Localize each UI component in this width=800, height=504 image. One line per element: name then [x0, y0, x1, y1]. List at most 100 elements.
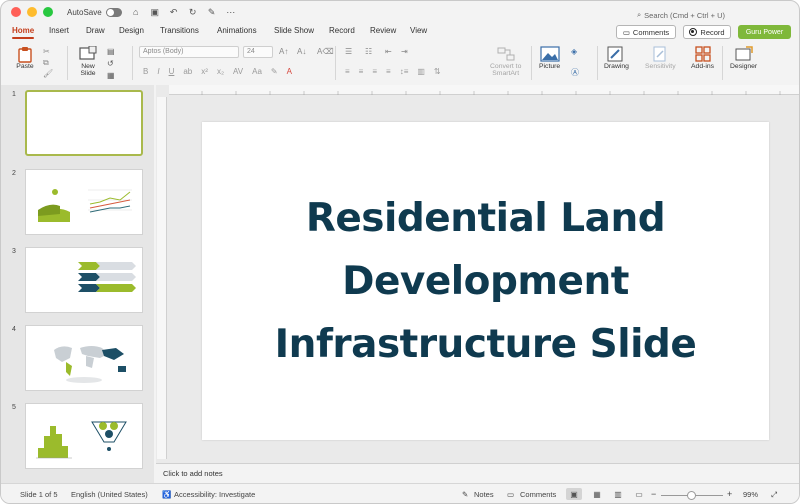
tab-review[interactable]: Review	[370, 26, 396, 35]
comments-toggle[interactable]: Comments	[520, 490, 556, 499]
bold-icon[interactable]: B	[143, 67, 148, 76]
accessibility-status[interactable]: Accessibility: Investigate	[174, 490, 255, 499]
decrease-font-icon[interactable]: A↓	[297, 47, 306, 56]
current-slide[interactable]: Residential Land Development Infrastruct…	[202, 122, 769, 440]
tab-transitions[interactable]: Transitions	[160, 26, 199, 35]
save-icon[interactable]: ▣	[150, 7, 160, 18]
highlight-icon[interactable]: ✎	[271, 67, 278, 76]
tab-home[interactable]: Home	[12, 26, 35, 39]
drawing-button[interactable]: Drawing	[604, 45, 629, 70]
designer-button[interactable]: Designer	[730, 45, 757, 70]
font-size-select[interactable]: 24	[243, 46, 273, 58]
tab-animations[interactable]: Animations	[217, 26, 257, 35]
copy-icon[interactable]: ⧉	[43, 58, 49, 68]
tab-record[interactable]: Record	[329, 26, 355, 35]
autosave-toggle[interactable]	[105, 7, 122, 17]
notes-pane[interactable]: Click to add notes	[156, 463, 799, 483]
tab-insert[interactable]: Insert	[49, 26, 69, 35]
zoom-window-button[interactable]	[43, 7, 53, 17]
tab-design[interactable]: Design	[119, 26, 144, 35]
sensitivity-button[interactable]: Sensitivity	[645, 45, 676, 70]
paste-button[interactable]: Paste	[15, 45, 35, 70]
strikethrough-icon[interactable]: ab	[183, 67, 192, 76]
guru-power-button[interactable]: Guru Power	[738, 25, 791, 39]
character-spacing-icon[interactable]: AV	[233, 67, 243, 76]
add-ins-button[interactable]: Add-ins	[691, 45, 714, 70]
zoom-slider-handle[interactable]	[687, 491, 696, 500]
italic-icon[interactable]: I	[157, 67, 159, 76]
arrow-process-thumbnail	[78, 262, 136, 292]
normal-view-button[interactable]: ▣	[566, 488, 582, 500]
columns-icon[interactable]: ▥	[417, 67, 425, 76]
align-center-icon[interactable]: ≡	[359, 67, 364, 76]
home-icon[interactable]: ⌂	[131, 7, 141, 17]
language-indicator[interactable]: English (United States)	[71, 490, 148, 499]
slide-thumbnail-4[interactable]	[25, 325, 143, 391]
comments-button[interactable]: ▭ Comments	[616, 25, 676, 39]
change-case-icon[interactable]: Aa	[252, 67, 262, 76]
convert-to-smartart-button[interactable]: Convert to SmartArt	[490, 45, 521, 77]
designer-label: Designer	[730, 63, 758, 70]
increase-font-icon[interactable]: A↑	[279, 47, 288, 56]
slide-title[interactable]: Residential Land Development Infrastruct…	[275, 187, 697, 376]
sensitivity-icon	[650, 45, 670, 63]
search-box[interactable]: ⌕ Search (Cmd + Ctrl + U)	[637, 10, 725, 20]
slide-number: 1	[12, 91, 16, 98]
slide-thumbnail-2[interactable]	[25, 169, 143, 235]
farmland-chart-thumbnail	[38, 189, 132, 222]
drawing-label: Drawing	[604, 63, 629, 70]
zoom-level[interactable]: 99%	[743, 490, 758, 499]
picture-button[interactable]: Picture	[539, 45, 560, 70]
text-box-icon[interactable]: Ⓐ	[571, 67, 579, 78]
cut-icon[interactable]: ✂	[43, 47, 50, 56]
tab-draw[interactable]: Draw	[86, 26, 105, 35]
align-right-icon[interactable]: ≡	[372, 67, 377, 76]
line-spacing-icon[interactable]: ↕≡	[400, 67, 409, 76]
align-left-icon[interactable]: ≡	[345, 67, 350, 76]
shapes-icon[interactable]: ◈	[571, 47, 577, 56]
tab-view[interactable]: View	[410, 26, 427, 35]
accessibility-icon[interactable]: ♿	[162, 490, 171, 499]
close-window-button[interactable]	[11, 7, 21, 17]
font-color-icon[interactable]: A	[287, 67, 292, 76]
slide-show-button[interactable]: ▭	[631, 488, 647, 500]
slide-thumbnail-5[interactable]	[25, 403, 143, 469]
fit-to-window-icon[interactable]: ⤢	[771, 490, 777, 500]
layout-icon[interactable]: ▤	[107, 47, 115, 56]
section-icon[interactable]: ▦	[107, 71, 115, 80]
more-icon[interactable]: ⋯	[226, 7, 236, 18]
world-map-thumbnail	[54, 346, 126, 383]
slide-sorter-button[interactable]: ▦	[589, 488, 605, 500]
justify-icon[interactable]: ≡	[386, 67, 391, 76]
new-slide-button[interactable]: New Slide	[78, 45, 98, 77]
redo-icon[interactable]: ↻	[188, 7, 198, 18]
minimize-window-button[interactable]	[27, 7, 37, 17]
notes-toggle[interactable]: Notes	[474, 490, 494, 499]
superscript-icon[interactable]: x²	[201, 67, 208, 76]
tab-slide-show[interactable]: Slide Show	[274, 26, 314, 35]
zoom-out-button[interactable]: −	[651, 489, 656, 499]
decrease-indent-icon[interactable]: ⇤	[385, 47, 392, 56]
search-placeholder: Search (Cmd + Ctrl + U)	[644, 10, 725, 20]
underline-icon[interactable]: U	[169, 67, 175, 76]
increase-indent-icon[interactable]: ⇥	[401, 47, 408, 56]
clear-formatting-icon[interactable]: A⌫	[317, 47, 334, 56]
zoom-in-button[interactable]: +	[727, 489, 732, 499]
numbering-icon[interactable]: ☷	[365, 47, 372, 56]
record-button[interactable]: Record	[683, 25, 731, 39]
vertical-ruler[interactable]	[157, 97, 167, 459]
subscript-icon[interactable]: x₂	[217, 67, 224, 76]
reading-view-button[interactable]: ▥	[610, 488, 626, 500]
text-direction-icon[interactable]: ⇅	[434, 67, 441, 76]
undo-icon[interactable]: ↶	[169, 7, 179, 18]
format-painter-brush-icon[interactable]: 🖌	[43, 69, 53, 78]
reset-icon[interactable]: ↺	[107, 59, 114, 68]
comment-status-icon[interactable]: ▭	[507, 490, 514, 499]
bullets-icon[interactable]: ☰	[345, 47, 352, 56]
slide-thumbnail-1[interactable]	[25, 90, 143, 156]
slide-thumbnail-3[interactable]	[25, 247, 143, 313]
horizontal-ruler[interactable]	[169, 85, 799, 95]
format-painter-icon[interactable]: ✎	[207, 7, 217, 18]
font-name-select[interactable]: Aptos (Body)	[139, 46, 239, 58]
notes-icon[interactable]: ✎	[462, 490, 468, 499]
